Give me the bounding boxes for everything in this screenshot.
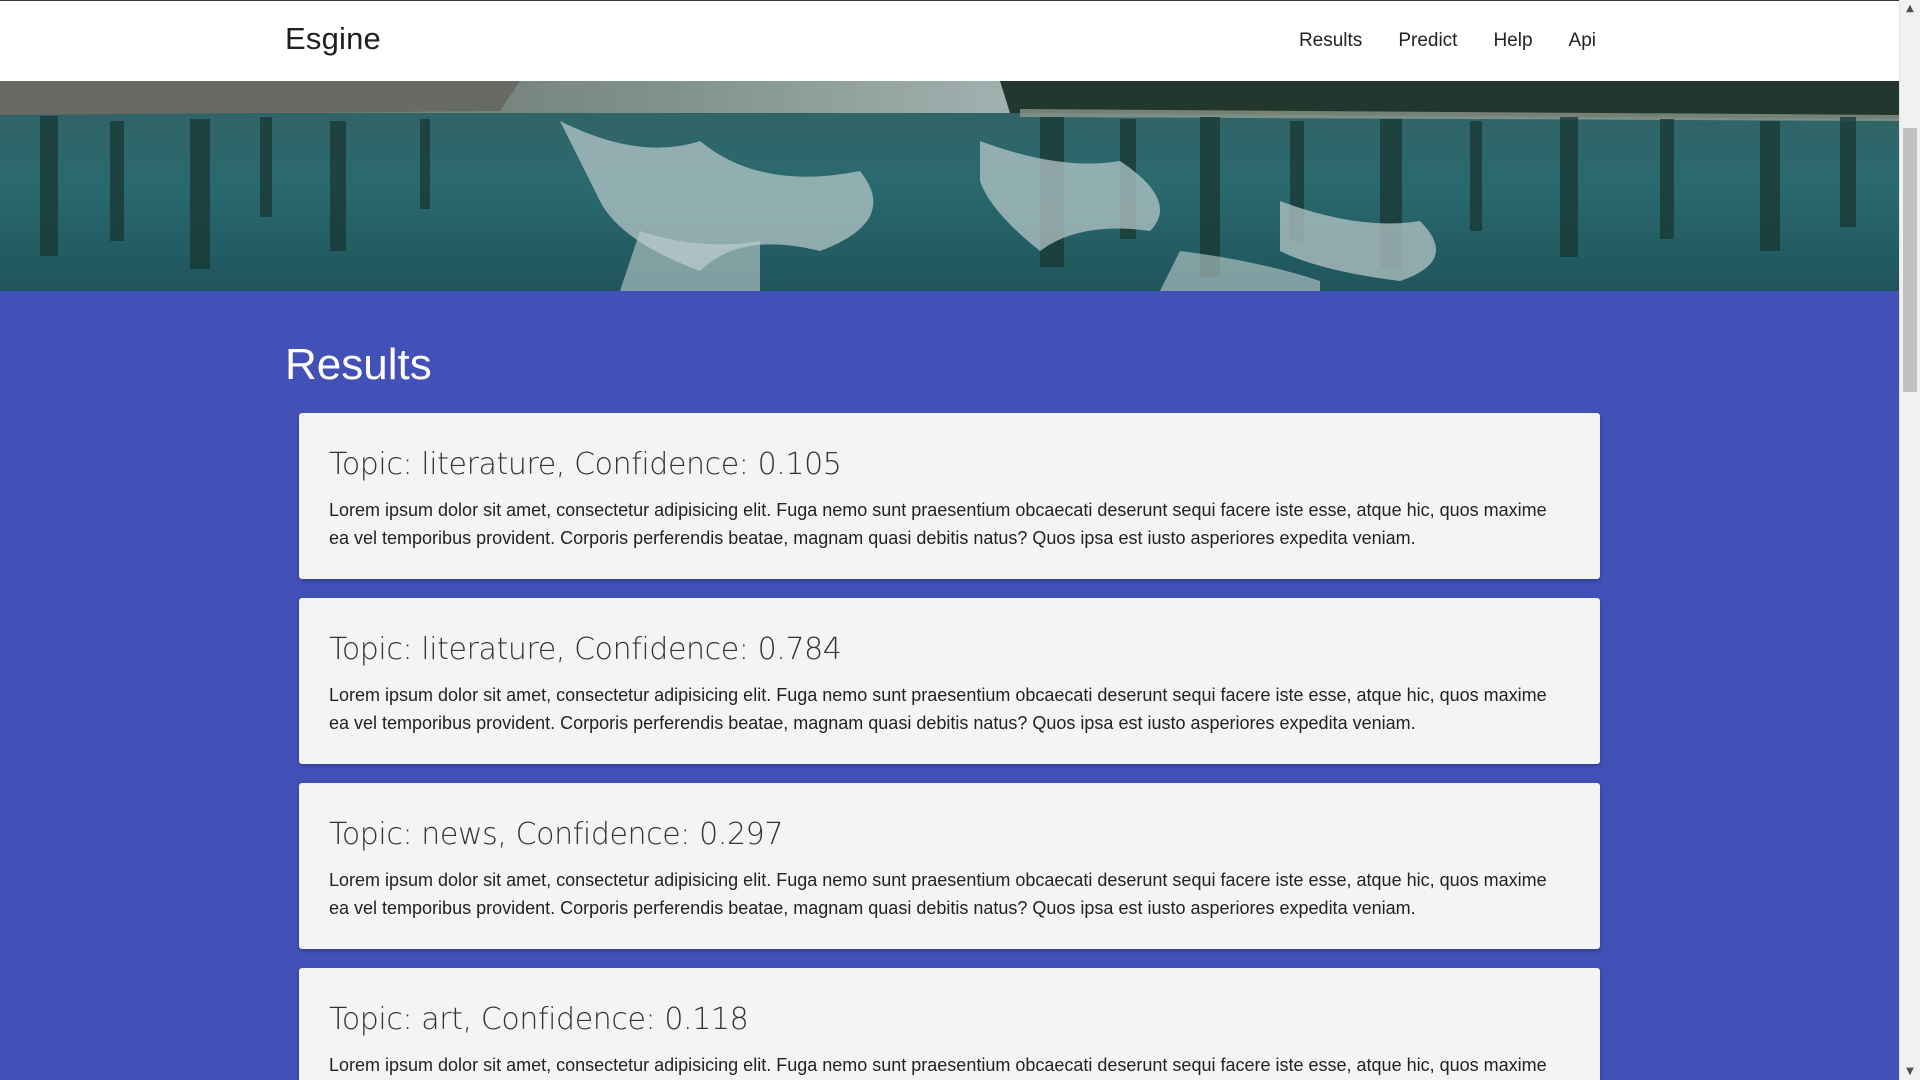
navbar: Esgine Results Predict Help Api: [0, 0, 1899, 81]
result-card-text: Lorem ipsum dolor sit amet, consectetur …: [329, 500, 1547, 548]
result-card-title: Topic: art, Confidence: 0.118: [329, 1002, 749, 1037]
chevron-up-icon[interactable]: ▲: [1900, 0, 1920, 17]
brand-logo[interactable]: Esgine: [285, 21, 381, 57]
result-card: Topic: news, Confidence: 0.297 Lorem ips…: [299, 783, 1600, 949]
nav-link-predict[interactable]: Predict: [1398, 30, 1457, 52]
nav-link-help[interactable]: Help: [1493, 30, 1532, 52]
result-card-text: Lorem ipsum dolor sit amet, consectetur …: [329, 870, 1547, 918]
nav-links: Results Predict Help Api: [1299, 30, 1596, 52]
result-card: Topic: literature, Confidence: 0.784 Lor…: [299, 598, 1600, 764]
result-card-title: Topic: literature, Confidence: 0.105: [329, 447, 842, 482]
nav-link-results[interactable]: Results: [1299, 30, 1362, 52]
scrollbar-thumb[interactable]: [1903, 128, 1917, 392]
page: Esgine Results Predict Help Api Results …: [0, 0, 1899, 1080]
result-card-title: Topic: news, Confidence: 0.297: [329, 817, 784, 852]
result-card: Topic: literature, Confidence: 0.105 Lor…: [299, 413, 1600, 579]
lake-landscape-image: [0, 81, 1899, 291]
hero-banner-image: [0, 81, 1899, 291]
result-card-text: Lorem ipsum dolor sit amet, consectetur …: [329, 1055, 1547, 1075]
page-title: Results: [285, 340, 432, 389]
chevron-down-icon[interactable]: ▼: [1900, 1063, 1920, 1080]
nav-link-api[interactable]: Api: [1569, 30, 1596, 52]
vertical-scrollbar[interactable]: ▲ ▼: [1899, 0, 1920, 1080]
result-card-title: Topic: literature, Confidence: 0.784: [329, 632, 842, 667]
result-card: Topic: art, Confidence: 0.118 Lorem ipsu…: [299, 968, 1600, 1080]
result-card-text: Lorem ipsum dolor sit amet, consectetur …: [329, 685, 1547, 733]
